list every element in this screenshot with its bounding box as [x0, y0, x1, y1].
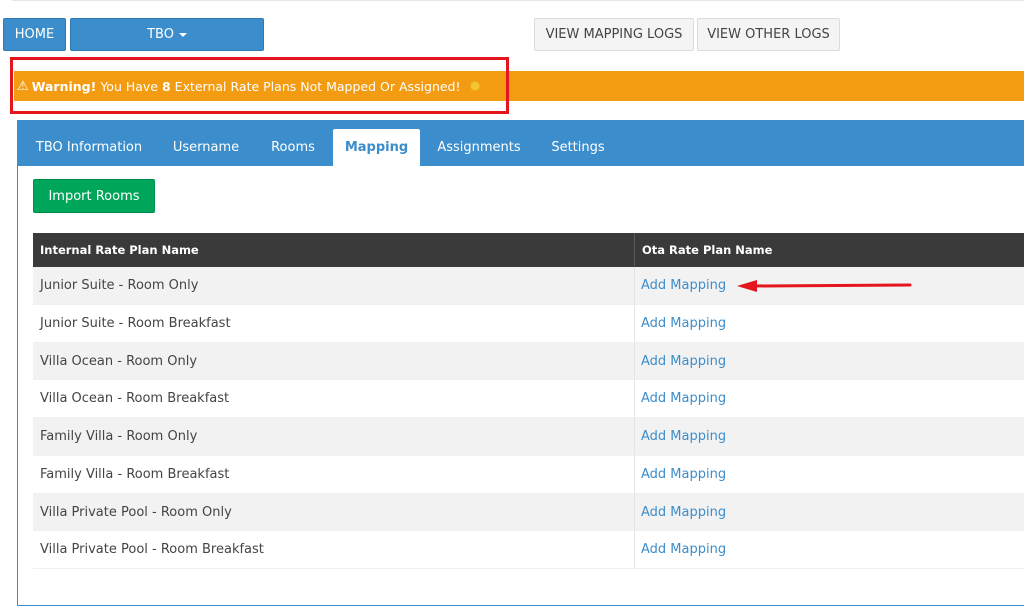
tab-label: Username [172, 140, 240, 155]
tab-username[interactable]: Username [156, 129, 256, 166]
internal-rate-plan-name: Villa Ocean - Room Breakfast [40, 391, 230, 407]
column-divider [634, 233, 635, 267]
tab-label: Settings [551, 140, 605, 155]
add-mapping-link[interactable]: Add Mapping [641, 531, 726, 568]
table-row: Villa Ocean - Room Breakfast Add Mapping [33, 380, 1024, 418]
add-mapping-link[interactable]: Add Mapping [641, 305, 726, 342]
tab-tbo-information[interactable]: TBO Information [24, 129, 154, 166]
internal-rate-plan-name: Family Villa - Room Breakfast [40, 466, 230, 482]
internal-rate-plan-name: Villa Private Pool - Room Breakfast [40, 542, 264, 558]
add-mapping-link[interactable]: Add Mapping [641, 343, 726, 380]
view-mapping-logs-label: VIEW MAPPING LOGS [545, 27, 683, 42]
column-divider [634, 531, 635, 568]
top-divider [12, 0, 1024, 1]
home-button[interactable]: HOME [3, 18, 66, 51]
column-header-ota: Ota Rate Plan Name [642, 243, 773, 257]
internal-rate-plan-name: Junior Suite - Room Breakfast [40, 315, 231, 331]
table-row: Villa Ocean - Room Only Add Mapping [33, 342, 1024, 381]
add-mapping-link[interactable]: Add Mapping [641, 418, 726, 455]
table-row: Family Villa - Room Breakfast Add Mappin… [33, 455, 1024, 494]
view-other-logs-button[interactable]: VIEW OTHER LOGS [697, 18, 840, 51]
internal-rate-plan-name: Junior Suite - Room Only [40, 278, 199, 293]
column-divider [634, 267, 635, 304]
add-mapping-link[interactable]: Add Mapping [641, 267, 726, 304]
column-divider [634, 304, 635, 342]
tab-label: Assignments [437, 140, 521, 155]
home-button-label: HOME [14, 27, 55, 42]
table-header: Internal Rate Plan Name Ota Rate Plan Na… [33, 233, 1024, 267]
table-row: Junior Suite - Room Breakfast Add Mappin… [33, 304, 1024, 343]
column-divider [634, 342, 635, 380]
column-divider [634, 493, 635, 531]
highlight-box-annotation [10, 57, 509, 114]
table-row: Family Villa - Room Only Add Mapping [33, 418, 1024, 456]
view-mapping-logs-button[interactable]: VIEW MAPPING LOGS [534, 18, 694, 51]
add-mapping-link[interactable]: Add Mapping [641, 494, 726, 531]
tab-label: Mapping [344, 140, 409, 155]
internal-rate-plan-name: Family Villa - Room Only [40, 429, 198, 444]
column-divider [634, 418, 635, 455]
channel-panel: TBO Information Username Rooms Mapping A… [17, 120, 1024, 606]
tab-label: TBO Information [35, 140, 143, 155]
add-mapping-link[interactable]: Add Mapping [641, 456, 726, 493]
column-divider [634, 455, 635, 493]
view-other-logs-label: VIEW OTHER LOGS [707, 27, 830, 42]
tab-mapping[interactable]: Mapping [333, 129, 420, 166]
tab-settings[interactable]: Settings [538, 129, 618, 166]
import-rooms-label: Import Rooms [48, 188, 140, 204]
import-rooms-button[interactable]: Import Rooms [33, 179, 155, 213]
table-row: Villa Private Pool - Room Breakfast Add … [33, 531, 1024, 569]
tab-bar: TBO Information Username Rooms Mapping A… [18, 121, 1024, 166]
internal-rate-plan-name: Villa Ocean - Room Only [40, 353, 198, 369]
channel-dropdown-button[interactable]: TBO [70, 18, 264, 51]
internal-rate-plan-name: Villa Private Pool - Room Only [40, 504, 232, 520]
tab-label: Rooms [271, 140, 315, 155]
column-divider [634, 380, 635, 417]
tab-assignments[interactable]: Assignments [424, 129, 534, 166]
tab-rooms[interactable]: Rooms [258, 129, 328, 166]
red-arrow-annotation [737, 280, 912, 292]
table-row: Villa Private Pool - Room Only Add Mappi… [33, 493, 1024, 532]
channel-dropdown-label: TBO [147, 27, 174, 42]
column-header-internal: Internal Rate Plan Name [40, 243, 199, 257]
caret-down-icon [178, 32, 187, 37]
add-mapping-link[interactable]: Add Mapping [641, 380, 726, 417]
